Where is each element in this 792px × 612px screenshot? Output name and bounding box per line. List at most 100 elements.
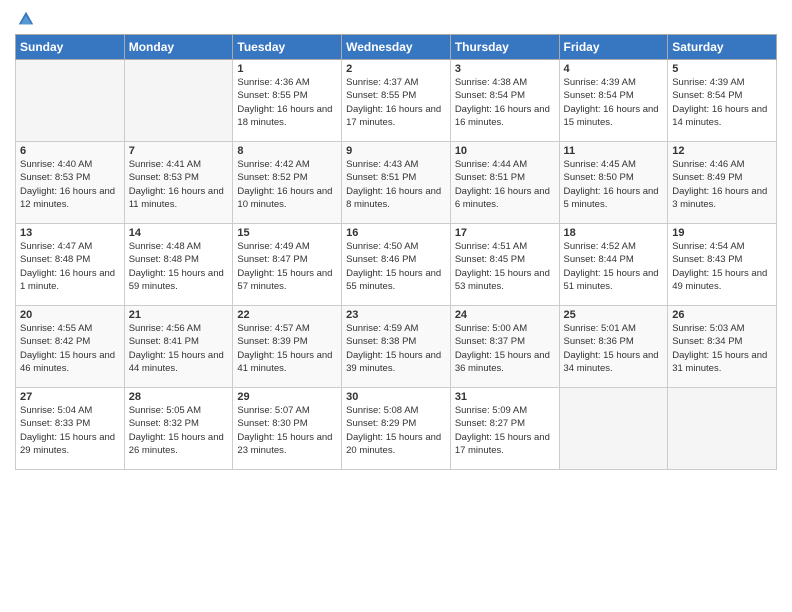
sunset-text: Sunset: 8:49 PM: [672, 171, 772, 184]
sunset-text: Sunset: 8:36 PM: [564, 335, 664, 348]
calendar-day-header: Sunday: [16, 35, 125, 60]
daylight-text: Daylight: 16 hours and 15 minutes.: [564, 103, 664, 130]
day-info: Sunrise: 5:09 AMSunset: 8:27 PMDaylight:…: [455, 404, 555, 457]
sunrise-text: Sunrise: 4:47 AM: [20, 240, 120, 253]
sunset-text: Sunset: 8:48 PM: [20, 253, 120, 266]
calendar-day-cell: 3Sunrise: 4:38 AMSunset: 8:54 PMDaylight…: [450, 60, 559, 142]
sunrise-text: Sunrise: 4:55 AM: [20, 322, 120, 335]
calendar-day-cell: 20Sunrise: 4:55 AMSunset: 8:42 PMDayligh…: [16, 306, 125, 388]
calendar-day-header: Wednesday: [342, 35, 451, 60]
day-info: Sunrise: 4:46 AMSunset: 8:49 PMDaylight:…: [672, 158, 772, 211]
sunset-text: Sunset: 8:54 PM: [564, 89, 664, 102]
sunrise-text: Sunrise: 4:37 AM: [346, 76, 446, 89]
sunrise-text: Sunrise: 4:57 AM: [237, 322, 337, 335]
sunrise-text: Sunrise: 4:48 AM: [129, 240, 229, 253]
calendar-day-cell: [559, 388, 668, 470]
day-number: 29: [237, 391, 337, 403]
day-number: 17: [455, 227, 555, 239]
daylight-text: Daylight: 16 hours and 16 minutes.: [455, 103, 555, 130]
sunrise-text: Sunrise: 4:44 AM: [455, 158, 555, 171]
sunset-text: Sunset: 8:55 PM: [237, 89, 337, 102]
sunset-text: Sunset: 8:54 PM: [672, 89, 772, 102]
calendar-week-row: 27Sunrise: 5:04 AMSunset: 8:33 PMDayligh…: [16, 388, 777, 470]
sunrise-text: Sunrise: 5:09 AM: [455, 404, 555, 417]
day-info: Sunrise: 4:39 AMSunset: 8:54 PMDaylight:…: [672, 76, 772, 129]
daylight-text: Daylight: 16 hours and 11 minutes.: [129, 185, 229, 212]
day-info: Sunrise: 4:36 AMSunset: 8:55 PMDaylight:…: [237, 76, 337, 129]
daylight-text: Daylight: 15 hours and 59 minutes.: [129, 267, 229, 294]
day-info: Sunrise: 4:56 AMSunset: 8:41 PMDaylight:…: [129, 322, 229, 375]
calendar-day-cell: 30Sunrise: 5:08 AMSunset: 8:29 PMDayligh…: [342, 388, 451, 470]
day-number: 22: [237, 309, 337, 321]
daylight-text: Daylight: 16 hours and 8 minutes.: [346, 185, 446, 212]
day-number: 13: [20, 227, 120, 239]
sunrise-text: Sunrise: 5:01 AM: [564, 322, 664, 335]
calendar-day-cell: 16Sunrise: 4:50 AMSunset: 8:46 PMDayligh…: [342, 224, 451, 306]
calendar-day-cell: 11Sunrise: 4:45 AMSunset: 8:50 PMDayligh…: [559, 142, 668, 224]
calendar-day-cell: 14Sunrise: 4:48 AMSunset: 8:48 PMDayligh…: [124, 224, 233, 306]
day-number: 21: [129, 309, 229, 321]
day-number: 11: [564, 145, 664, 157]
daylight-text: Daylight: 15 hours and 26 minutes.: [129, 431, 229, 458]
calendar-day-cell: 18Sunrise: 4:52 AMSunset: 8:44 PMDayligh…: [559, 224, 668, 306]
daylight-text: Daylight: 16 hours and 10 minutes.: [237, 185, 337, 212]
calendar-day-cell: [16, 60, 125, 142]
sunrise-text: Sunrise: 5:08 AM: [346, 404, 446, 417]
calendar-day-cell: 23Sunrise: 4:59 AMSunset: 8:38 PMDayligh…: [342, 306, 451, 388]
sunrise-text: Sunrise: 4:38 AM: [455, 76, 555, 89]
calendar-day-header: Friday: [559, 35, 668, 60]
calendar-day-cell: 5Sunrise: 4:39 AMSunset: 8:54 PMDaylight…: [668, 60, 777, 142]
day-number: 10: [455, 145, 555, 157]
sunrise-text: Sunrise: 4:45 AM: [564, 158, 664, 171]
calendar-day-cell: 24Sunrise: 5:00 AMSunset: 8:37 PMDayligh…: [450, 306, 559, 388]
sunset-text: Sunset: 8:45 PM: [455, 253, 555, 266]
sunrise-text: Sunrise: 5:05 AM: [129, 404, 229, 417]
sunset-text: Sunset: 8:54 PM: [455, 89, 555, 102]
day-info: Sunrise: 5:03 AMSunset: 8:34 PMDaylight:…: [672, 322, 772, 375]
daylight-text: Daylight: 16 hours and 6 minutes.: [455, 185, 555, 212]
day-info: Sunrise: 5:08 AMSunset: 8:29 PMDaylight:…: [346, 404, 446, 457]
sunset-text: Sunset: 8:41 PM: [129, 335, 229, 348]
daylight-text: Daylight: 16 hours and 12 minutes.: [20, 185, 120, 212]
day-info: Sunrise: 4:39 AMSunset: 8:54 PMDaylight:…: [564, 76, 664, 129]
daylight-text: Daylight: 15 hours and 49 minutes.: [672, 267, 772, 294]
sunset-text: Sunset: 8:47 PM: [237, 253, 337, 266]
sunset-text: Sunset: 8:48 PM: [129, 253, 229, 266]
sunset-text: Sunset: 8:53 PM: [129, 171, 229, 184]
sunrise-text: Sunrise: 4:36 AM: [237, 76, 337, 89]
daylight-text: Daylight: 15 hours and 39 minutes.: [346, 349, 446, 376]
day-info: Sunrise: 4:41 AMSunset: 8:53 PMDaylight:…: [129, 158, 229, 211]
sunrise-text: Sunrise: 4:39 AM: [564, 76, 664, 89]
day-info: Sunrise: 4:49 AMSunset: 8:47 PMDaylight:…: [237, 240, 337, 293]
daylight-text: Daylight: 15 hours and 46 minutes.: [20, 349, 120, 376]
day-number: 5: [672, 63, 772, 75]
day-number: 23: [346, 309, 446, 321]
day-number: 7: [129, 145, 229, 157]
sunrise-text: Sunrise: 4:59 AM: [346, 322, 446, 335]
calendar-day-cell: 19Sunrise: 4:54 AMSunset: 8:43 PMDayligh…: [668, 224, 777, 306]
day-info: Sunrise: 4:47 AMSunset: 8:48 PMDaylight:…: [20, 240, 120, 293]
daylight-text: Daylight: 16 hours and 18 minutes.: [237, 103, 337, 130]
sunset-text: Sunset: 8:43 PM: [672, 253, 772, 266]
day-number: 31: [455, 391, 555, 403]
sunrise-text: Sunrise: 4:41 AM: [129, 158, 229, 171]
sunset-text: Sunset: 8:46 PM: [346, 253, 446, 266]
day-number: 26: [672, 309, 772, 321]
day-number: 9: [346, 145, 446, 157]
calendar-week-row: 20Sunrise: 4:55 AMSunset: 8:42 PMDayligh…: [16, 306, 777, 388]
day-number: 16: [346, 227, 446, 239]
daylight-text: Daylight: 15 hours and 34 minutes.: [564, 349, 664, 376]
daylight-text: Daylight: 15 hours and 57 minutes.: [237, 267, 337, 294]
calendar-week-row: 13Sunrise: 4:47 AMSunset: 8:48 PMDayligh…: [16, 224, 777, 306]
day-info: Sunrise: 5:07 AMSunset: 8:30 PMDaylight:…: [237, 404, 337, 457]
day-info: Sunrise: 4:37 AMSunset: 8:55 PMDaylight:…: [346, 76, 446, 129]
day-number: 24: [455, 309, 555, 321]
header: [15, 10, 777, 28]
sunset-text: Sunset: 8:51 PM: [346, 171, 446, 184]
sunrise-text: Sunrise: 5:03 AM: [672, 322, 772, 335]
calendar-day-cell: 25Sunrise: 5:01 AMSunset: 8:36 PMDayligh…: [559, 306, 668, 388]
day-info: Sunrise: 4:52 AMSunset: 8:44 PMDaylight:…: [564, 240, 664, 293]
sunset-text: Sunset: 8:27 PM: [455, 417, 555, 430]
calendar-day-cell: 31Sunrise: 5:09 AMSunset: 8:27 PMDayligh…: [450, 388, 559, 470]
calendar-day-cell: 28Sunrise: 5:05 AMSunset: 8:32 PMDayligh…: [124, 388, 233, 470]
